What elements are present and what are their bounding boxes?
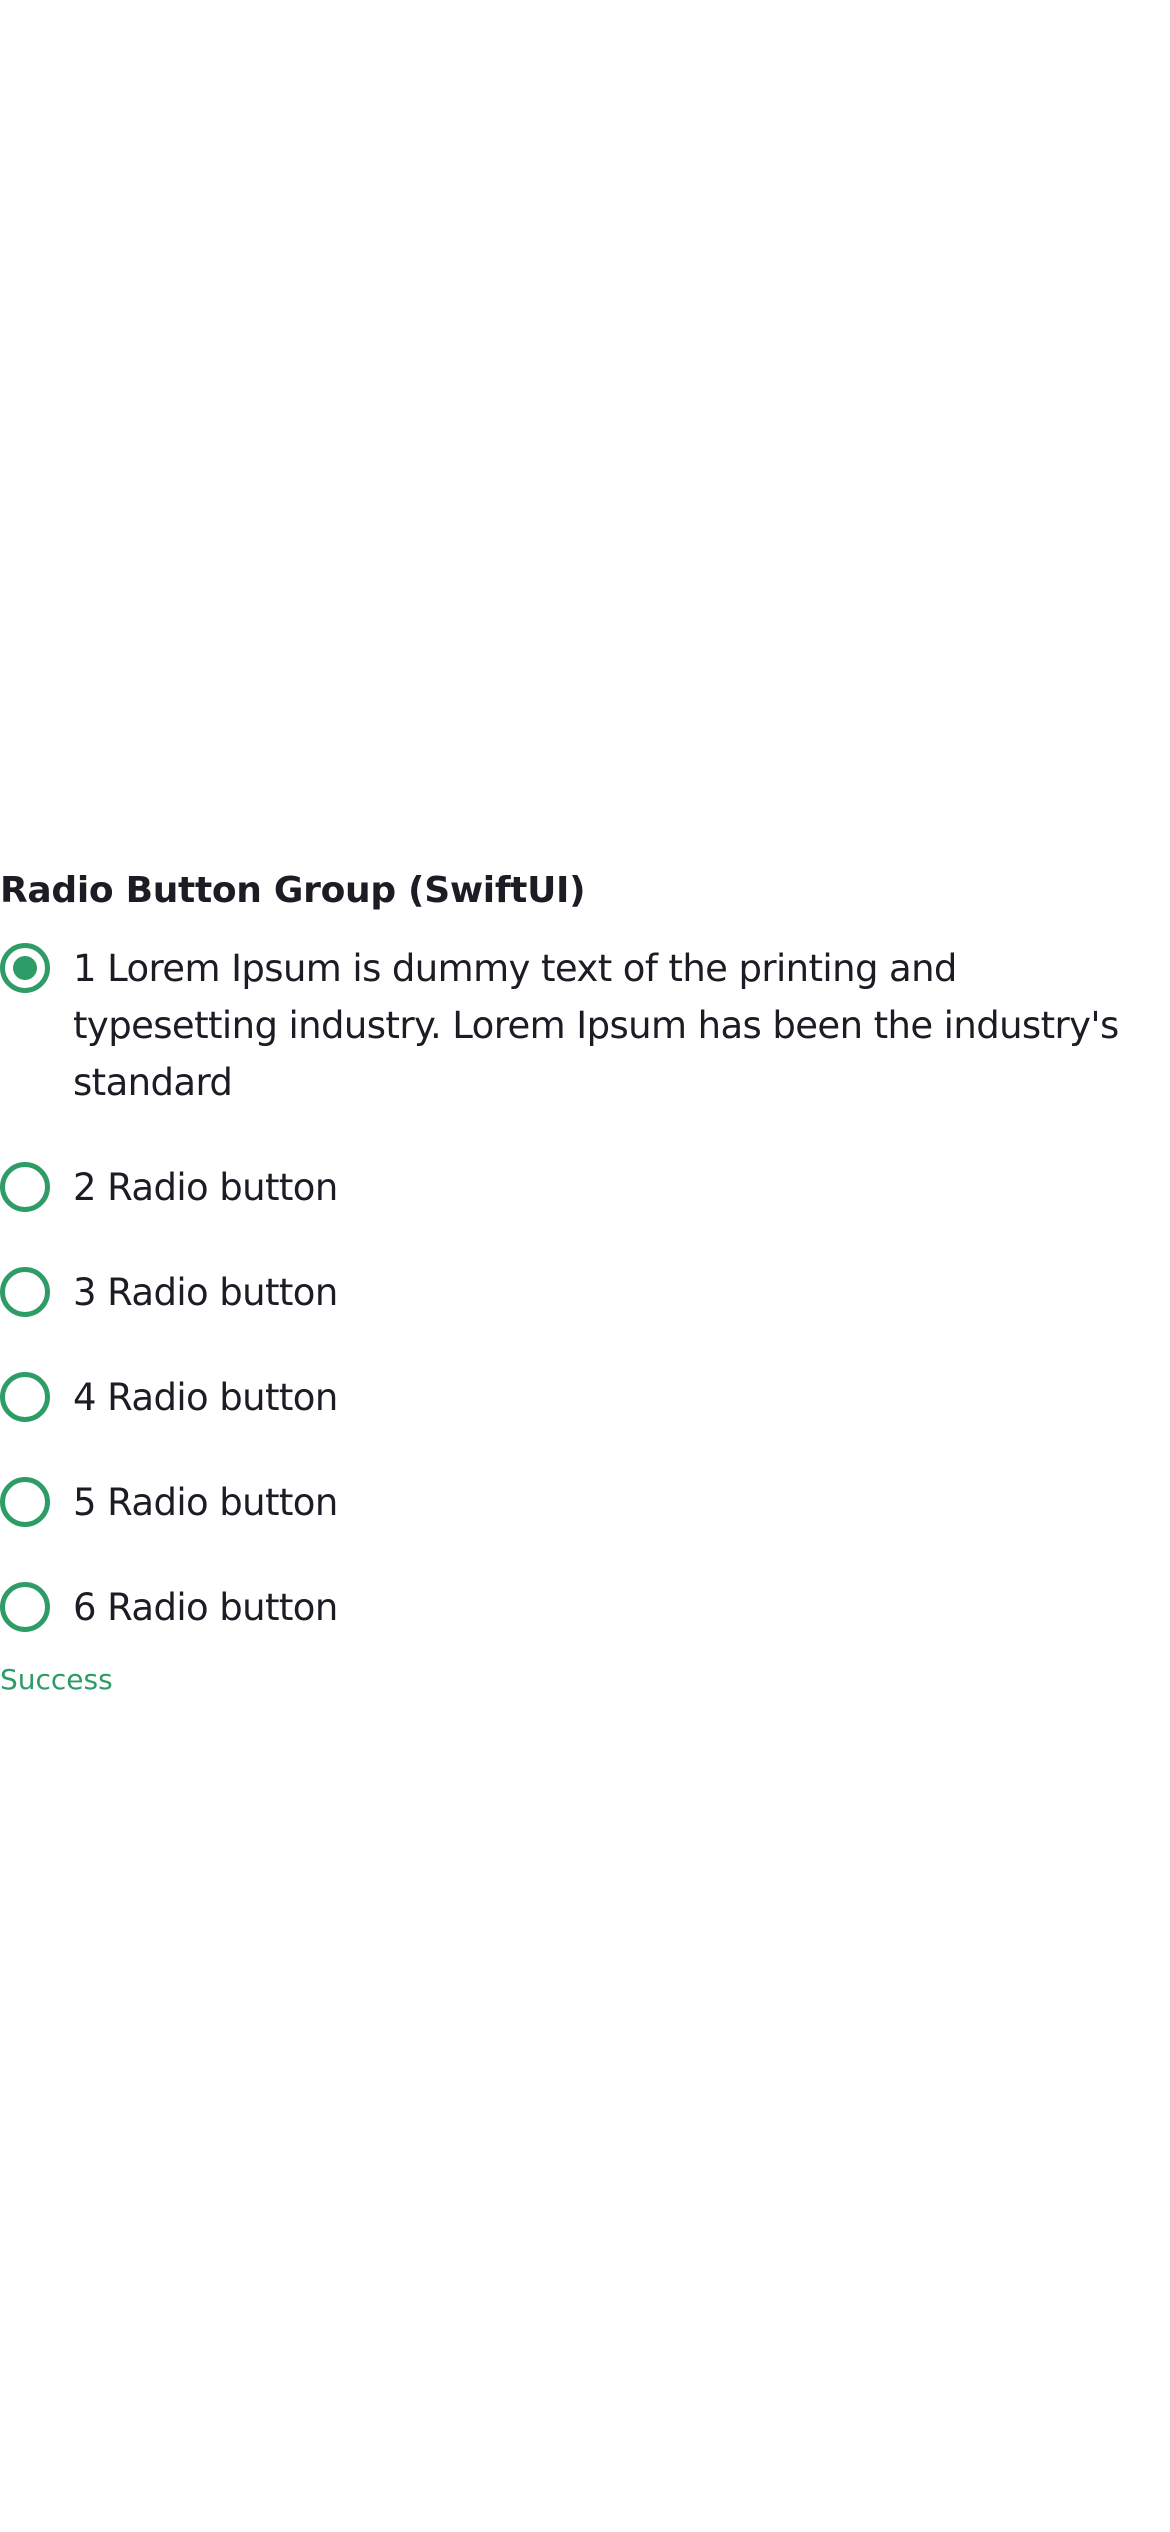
radio-unselected-icon[interactable] <box>0 1477 50 1527</box>
radio-option-6[interactable]: 6 Radio button <box>0 1579 1170 1636</box>
radio-option-label: 5 Radio button <box>73 1481 338 1524</box>
screen: Radio Button Group (SwiftUI) 1 Lorem Ips… <box>0 0 1170 2532</box>
status-message: Success <box>0 1663 113 1696</box>
radio-option-4[interactable]: 4 Radio button <box>0 1369 1170 1426</box>
radio-option-5[interactable]: 5 Radio button <box>0 1474 1170 1531</box>
radio-unselected-icon[interactable] <box>0 1372 50 1422</box>
radio-option-2[interactable]: 2 Radio button <box>0 1159 1170 1216</box>
radio-option-3[interactable]: 3 Radio button <box>0 1264 1170 1321</box>
radio-option-label: 3 Radio button <box>73 1271 338 1314</box>
radio-unselected-icon[interactable] <box>0 1162 50 1212</box>
radio-options: 1 Lorem Ipsum is dummy text of the print… <box>0 940 1170 1636</box>
radio-option-label: 4 Radio button <box>73 1376 338 1419</box>
radio-unselected-icon[interactable] <box>0 1267 50 1317</box>
radio-option-label: 1 Lorem Ipsum is dummy text of the print… <box>73 947 1119 1104</box>
radio-dot <box>13 956 37 980</box>
radio-option-label: 6 Radio button <box>73 1586 338 1629</box>
radio-button-group: Radio Button Group (SwiftUI) 1 Lorem Ips… <box>0 868 1170 1698</box>
group-title: Radio Button Group (SwiftUI) <box>0 870 586 911</box>
radio-option-1[interactable]: 1 Lorem Ipsum is dummy text of the print… <box>0 940 1170 1111</box>
radio-selected-icon[interactable] <box>0 943 50 993</box>
radio-unselected-icon[interactable] <box>0 1582 50 1632</box>
radio-option-label: 2 Radio button <box>73 1166 338 1209</box>
